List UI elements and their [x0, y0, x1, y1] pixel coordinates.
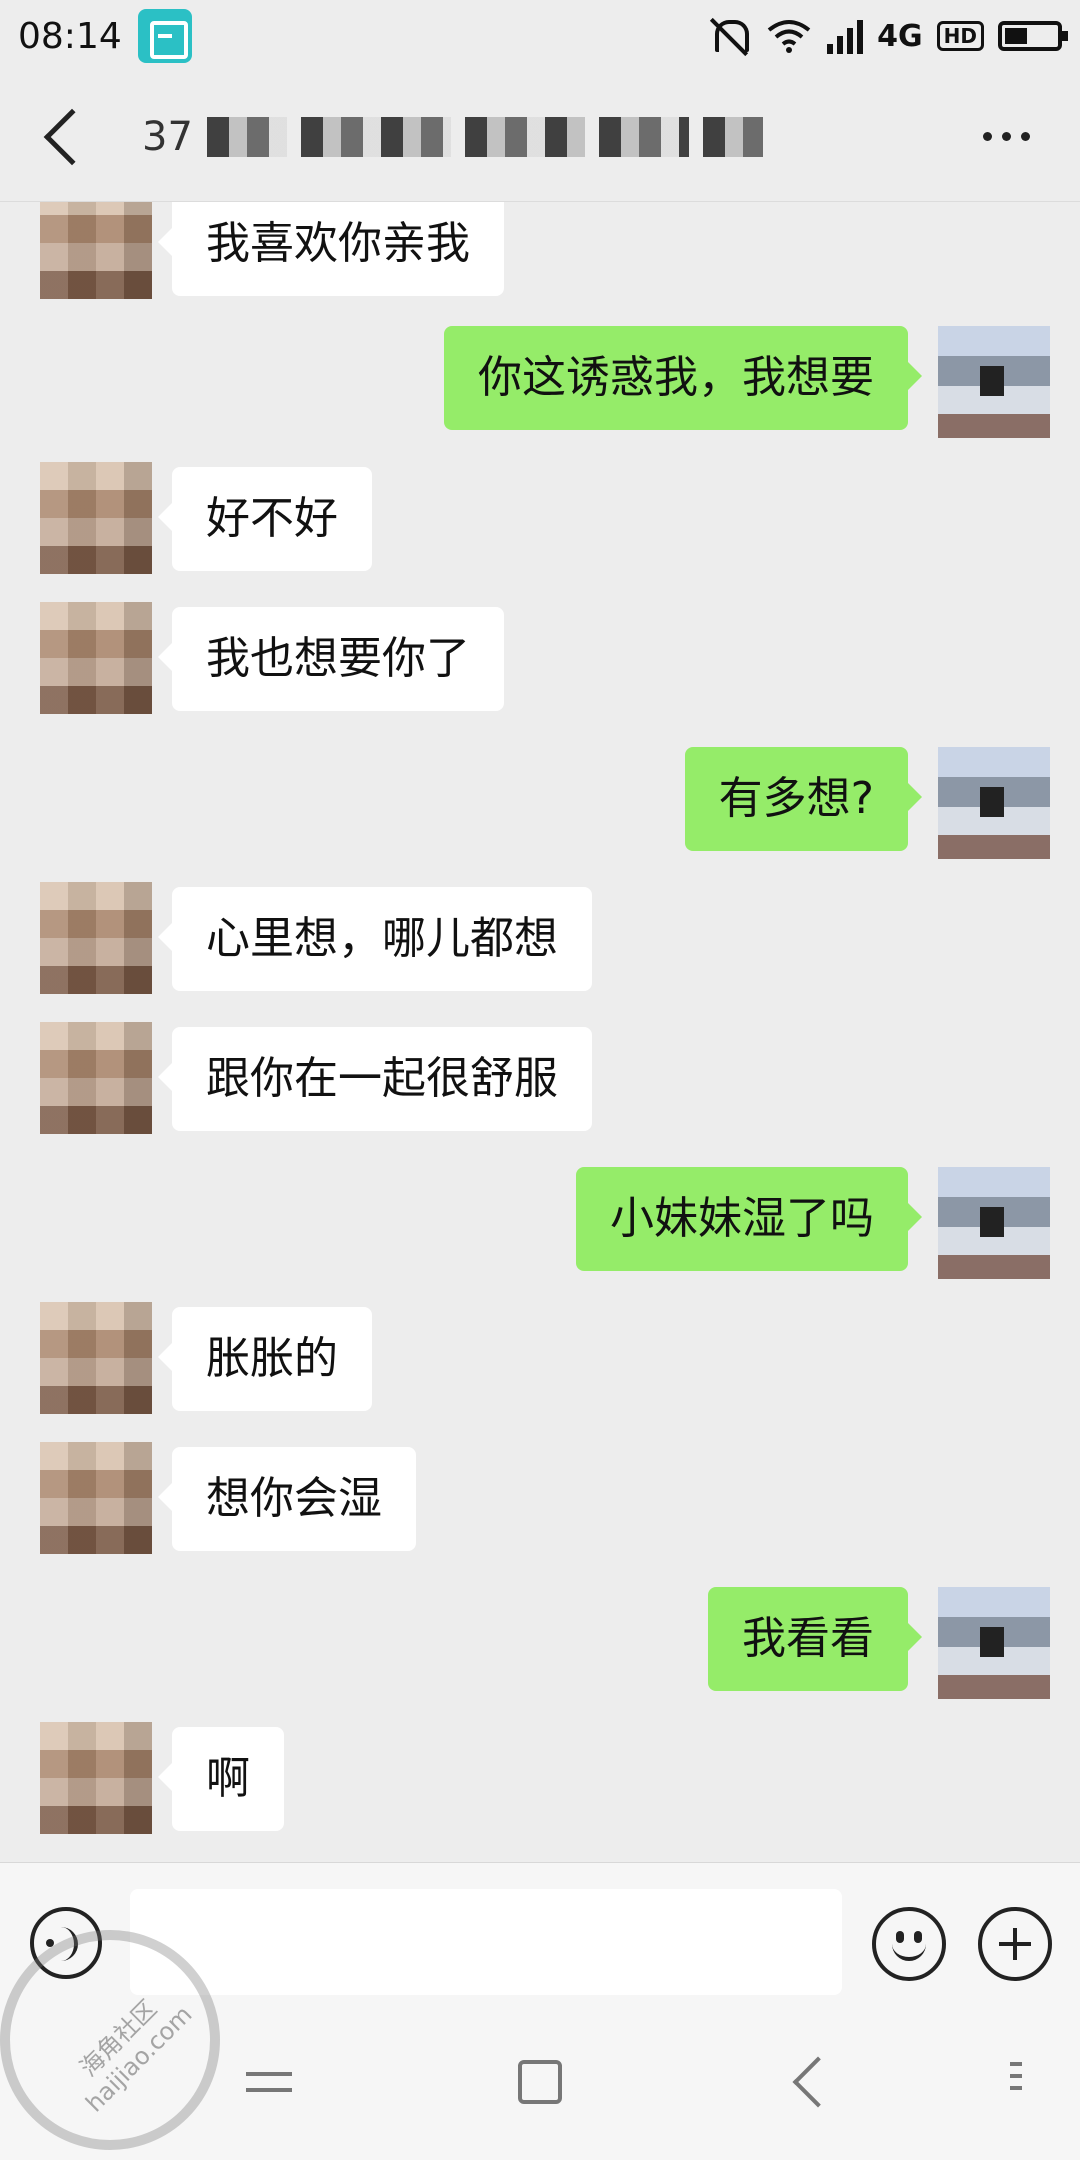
redacted-name [598, 116, 689, 157]
message-bubble[interactable]: 有多想? [684, 747, 923, 851]
message-received: 心里想，哪儿都想 [0, 882, 1080, 997]
avatar[interactable] [40, 1442, 152, 1554]
back-icon[interactable] [43, 108, 101, 165]
watermark-text: 海角社区 haijiao.com [74, 1994, 198, 2118]
message-received: 我喜欢你亲我 [0, 202, 1080, 302]
message-sent: 我看看 [0, 1587, 1080, 1699]
status-icons: 4G HD [707, 14, 1068, 58]
message-list[interactable]: 我喜欢你亲我 你这诱惑我，我想要 好不好 我也想要你了 有多想? 心里想，哪儿都… [0, 202, 1080, 1862]
avatar[interactable] [40, 882, 152, 994]
avatar[interactable] [40, 602, 152, 714]
redacted-name [206, 116, 287, 157]
chat-screen: 08:14 4G HD 37 我喜欢你亲我 你这诱惑我，我想要 好不好 我也想要… [0, 0, 1080, 2160]
more-icon[interactable] [983, 132, 1030, 141]
message-input[interactable] [130, 1889, 842, 1995]
message-bubble[interactable]: 啊 [158, 1727, 284, 1831]
message-received: 啊 [0, 1722, 1080, 1837]
avatar[interactable] [40, 1022, 152, 1134]
message-bubble[interactable]: 跟你在一起很舒服 [158, 1027, 592, 1131]
message-bubble[interactable]: 我看看 [708, 1587, 922, 1691]
chat-header: 37 [0, 72, 1080, 202]
avatar[interactable] [938, 1587, 1050, 1699]
chat-title: 37 [142, 114, 763, 160]
avatar[interactable] [40, 462, 152, 574]
redacted-name [702, 116, 763, 157]
home-icon[interactable] [518, 2060, 562, 2104]
network-type: 4G [877, 18, 923, 54]
battery-icon [998, 21, 1068, 51]
message-sent: 小妹妹湿了吗 [0, 1167, 1080, 1279]
message-sent: 有多想? [0, 747, 1080, 859]
emoji-icon [896, 1931, 904, 1943]
message-received: 我也想要你了 [0, 602, 1080, 717]
redacted-name [300, 116, 451, 157]
avatar[interactable] [938, 1167, 1050, 1279]
message-received: 好不好 [0, 462, 1080, 577]
bell-off-icon [707, 14, 751, 58]
signal-icon [827, 18, 864, 54]
avatar[interactable] [938, 326, 1050, 438]
nav-back-icon[interactable] [792, 2056, 844, 2108]
message-received: 跟你在一起很舒服 [0, 1022, 1080, 1137]
message-bubble[interactable]: 胀胀的 [158, 1307, 372, 1411]
message-received: 胀胀的 [0, 1302, 1080, 1417]
hd-badge: HD [936, 21, 984, 51]
switch-icon[interactable] [246, 2062, 292, 2102]
avatar[interactable] [938, 747, 1050, 859]
avatar[interactable] [40, 1722, 152, 1834]
message-bubble[interactable]: 好不好 [158, 467, 372, 571]
plus-icon[interactable] [978, 1907, 1052, 1981]
watermark-stamp: 海角社区 haijiao.com [0, 1930, 220, 2150]
emoji-button[interactable] [872, 1907, 946, 1981]
status-bar: 08:14 4G HD [0, 0, 1080, 72]
message-bubble[interactable]: 小妹妹湿了吗 [576, 1167, 922, 1271]
avatar[interactable] [40, 202, 152, 299]
avatar[interactable] [40, 1302, 152, 1414]
message-bubble[interactable]: 我喜欢你亲我 [158, 202, 504, 296]
redacted-name [464, 116, 585, 157]
wifi-icon [767, 20, 811, 53]
unread-count: 37 [142, 113, 193, 160]
status-time: 08:14 [18, 15, 122, 57]
menu-icon[interactable] [1010, 2062, 1022, 2102]
message-sent: 你这诱惑我，我想要 [0, 326, 1080, 438]
message-bubble[interactable]: 我也想要你了 [158, 607, 504, 711]
message-received: 想你会湿 [0, 1442, 1080, 1557]
message-bubble[interactable]: 心里想，哪儿都想 [158, 887, 592, 991]
message-bubble[interactable]: 想你会湿 [158, 1447, 416, 1551]
message-bubble[interactable]: 你这诱惑我，我想要 [444, 326, 922, 430]
scan-icon [137, 9, 192, 63]
